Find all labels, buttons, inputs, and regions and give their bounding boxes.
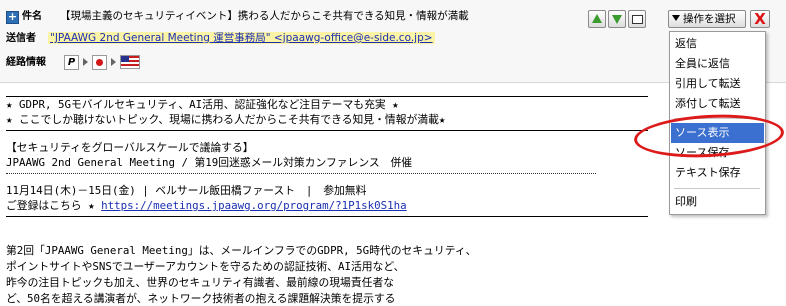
dotted-divider: [6, 173, 596, 174]
menu-item-forward-quote[interactable]: 引用して転送: [671, 74, 764, 94]
action-menu: 返信 全員に返信 引用して転送 添付して転送 ソース表示 ソース保存 テキスト保…: [669, 31, 766, 215]
body-line: ポイントサイトやSNSでユーザーアカウントを守るための認証技術、AI活用など、: [6, 260, 405, 273]
menu-separator: [674, 118, 760, 119]
route-row: 経路情報: [6, 54, 46, 71]
body-line: 11月14日(木)－15日(金) | ベルサール飯田橋ファースト | 参加無料: [6, 184, 367, 197]
sender-address-link[interactable]: "JPAAWG 2nd General Meeting 運営事務局" <jpaa…: [48, 32, 435, 44]
body-line: 昨今の注目トピックも加え、世界のセキュリティ有識者、最前線の現場責任者な: [6, 276, 395, 289]
new-window-icon[interactable]: [628, 10, 646, 28]
us-flag-icon[interactable]: [120, 55, 140, 69]
subject-row: + 件名 【現場主義のセキュリティイベント】携わる人だからこそ共有できる知見・情報が…: [6, 8, 469, 25]
body-line: ★ ここでしか聴けないトピック、現場に携わる人だからこそ共有できる知見・情報が満…: [6, 113, 446, 126]
divider: [6, 96, 648, 97]
menu-item-reply[interactable]: 返信: [671, 34, 764, 54]
action-select-dropdown[interactable]: 操作を選択: [668, 10, 746, 28]
subject-text: 【現場主義のセキュリティイベント】携わる人だからこそ共有できる知見・情報が満載: [60, 10, 469, 22]
menu-item-view-source[interactable]: ソース表示: [671, 123, 764, 143]
body-line: JPAAWG 2nd General Meeting / 第19回迷惑メール対策…: [6, 156, 413, 169]
action-select-label: 操作を選択: [683, 13, 736, 25]
registration-line: ご登録はこちら ★ https://meetings.jpaawg.org/pr…: [6, 199, 407, 213]
registration-text: ご登録はこちら ★: [6, 199, 102, 212]
menu-item-save-source[interactable]: ソース保存: [671, 143, 764, 163]
close-button[interactable]: X: [750, 10, 770, 28]
mail-viewer: + 件名 【現場主義のセキュリティイベント】携わる人だからこそ共有できる知見・情報が…: [0, 0, 786, 305]
body-line: ★ GDPR, 5Gモバイルセキュリティ、AI活用、認証強化など注目テーマも充実…: [6, 98, 399, 111]
body-line: ど、50名を超える講演者が、ネットワーク技術者の抱える課題解決策を提示する: [6, 292, 396, 305]
sender-row: 送信者 "JPAAWG 2nd General Meeting 運営事務局" <j…: [6, 30, 435, 47]
route-label: 経路情報: [6, 57, 46, 68]
body-line: 第2回「JPAAWG General Meeting」は、メールインフラでのGD…: [6, 244, 477, 257]
route-japan-icon[interactable]: [92, 54, 107, 70]
menu-item-reply-all[interactable]: 全員に返信: [671, 54, 764, 74]
sender-label: 送信者: [6, 33, 36, 44]
divider: [6, 216, 648, 217]
divider: [6, 130, 648, 131]
route-arrow-icon: [83, 58, 88, 66]
dropdown-triangle-icon: [672, 15, 680, 21]
menu-item-forward-attach[interactable]: 添付して転送: [671, 94, 764, 114]
route-arrow-icon: [111, 58, 116, 66]
next-mail-arrow-down-icon[interactable]: [608, 10, 626, 28]
body-line: 【セキュリティをグローバルスケールで議論する】: [6, 141, 254, 154]
menu-item-save-text[interactable]: テキスト保存: [671, 163, 764, 183]
menu-item-print[interactable]: 印刷: [671, 192, 764, 212]
menu-separator: [674, 188, 760, 189]
previous-mail-arrow-up-icon[interactable]: [588, 10, 606, 28]
subject-label: 件名: [22, 11, 42, 22]
route-p-icon[interactable]: P: [64, 54, 79, 70]
route-info: P: [64, 54, 140, 70]
expand-plus-icon[interactable]: +: [6, 11, 19, 24]
registration-link[interactable]: https://meetings.jpaawg.org/program/?1P1…: [101, 199, 407, 212]
